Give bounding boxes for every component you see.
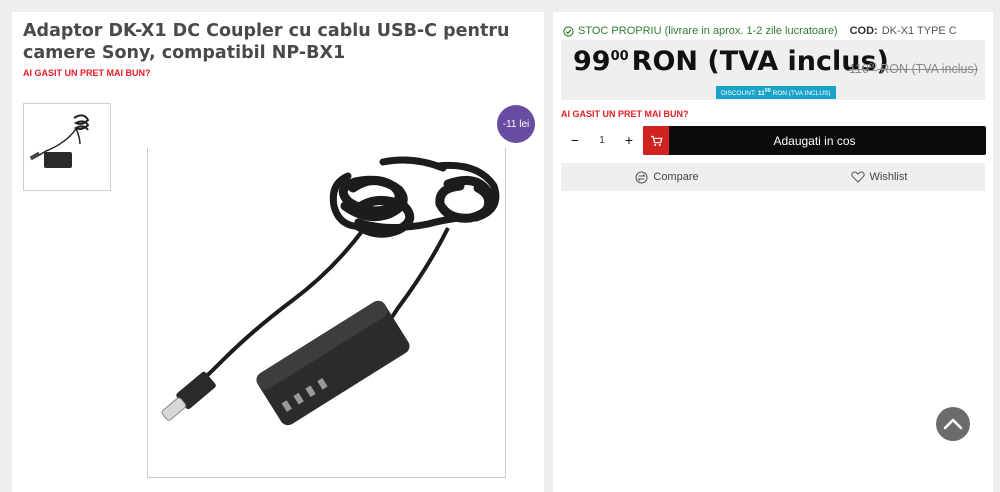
product-main-image	[147, 148, 506, 478]
current-price: 9900 RON (TVA inclus)	[573, 46, 889, 77]
chevron-up-icon	[943, 418, 963, 430]
compare-label: Compare	[653, 171, 699, 183]
compare-icon	[635, 171, 648, 183]
discount-prefix: DISCOUNT:	[721, 90, 758, 98]
quantity-increase-button[interactable]: +	[623, 132, 635, 148]
old-price-suffix: RON (TVA inclus)	[880, 62, 978, 76]
product-thumbnail[interactable]	[23, 103, 111, 191]
actions-row: Compare Wishlist	[561, 163, 985, 191]
heart-icon	[850, 171, 865, 183]
add-to-cart-label: Adaugati in cos	[773, 133, 856, 148]
quantity-decrease-button[interactable]: −	[569, 132, 581, 148]
product-title: Adaptor DK-X1 DC Coupler cu cablu USB-C …	[23, 21, 510, 63]
wishlist-button[interactable]: Wishlist	[773, 171, 985, 183]
product-code-value: DK-X1 TYPE C	[881, 25, 957, 37]
add-to-cart-button[interactable]: Adaugati in cos	[643, 126, 986, 155]
better-price-link[interactable]: AI GASIT UN PRET MAI BUN?	[561, 109, 689, 119]
discount-badge: -11 lei	[497, 105, 535, 143]
old-price: 11000 RON (TVA inclus)	[849, 62, 978, 76]
price-integer: 99	[573, 46, 611, 77]
product-code-label: COD:	[849, 25, 878, 37]
compare-button[interactable]: Compare	[561, 171, 773, 184]
purchase-panel: STOC PROPRIU (livrare in aprox. 1-2 zile…	[553, 12, 993, 492]
price-box: 9900 RON (TVA inclus) 11000 RON (TVA incl…	[561, 40, 985, 100]
thumbnail-cable-icon	[29, 114, 90, 168]
old-price-decimals: 00	[868, 62, 877, 70]
coiled-usb-c-cable-icon	[161, 156, 500, 426]
product-gallery-card: Adaptor DK-X1 DC Coupler cu cablu USB-C …	[12, 12, 544, 492]
wishlist-label: Wishlist	[869, 171, 908, 183]
quantity-input[interactable]: 1	[599, 135, 605, 146]
cart-icon	[643, 126, 669, 155]
scroll-to-top-button[interactable]	[936, 407, 970, 441]
discount-suffix: RON (TVA INCLUS)	[770, 90, 831, 98]
old-price-integer: 110	[849, 62, 869, 76]
discount-amount: 11	[757, 90, 765, 98]
quantity-stepper: − 1 +	[561, 126, 643, 154]
check-circle-icon	[563, 25, 574, 37]
stock-status-text: STOC PROPRIU (livrare in aprox. 1-2 zile…	[578, 25, 838, 37]
price-decimals: 00	[610, 49, 629, 64]
stock-status-row: STOC PROPRIU (livrare in aprox. 1-2 zile…	[563, 25, 957, 37]
discount-label: DISCOUNT: 1100 RON (TVA INCLUS)	[716, 86, 836, 100]
better-price-link[interactable]: AI GASIT UN PRET MAI BUN?	[23, 68, 151, 78]
